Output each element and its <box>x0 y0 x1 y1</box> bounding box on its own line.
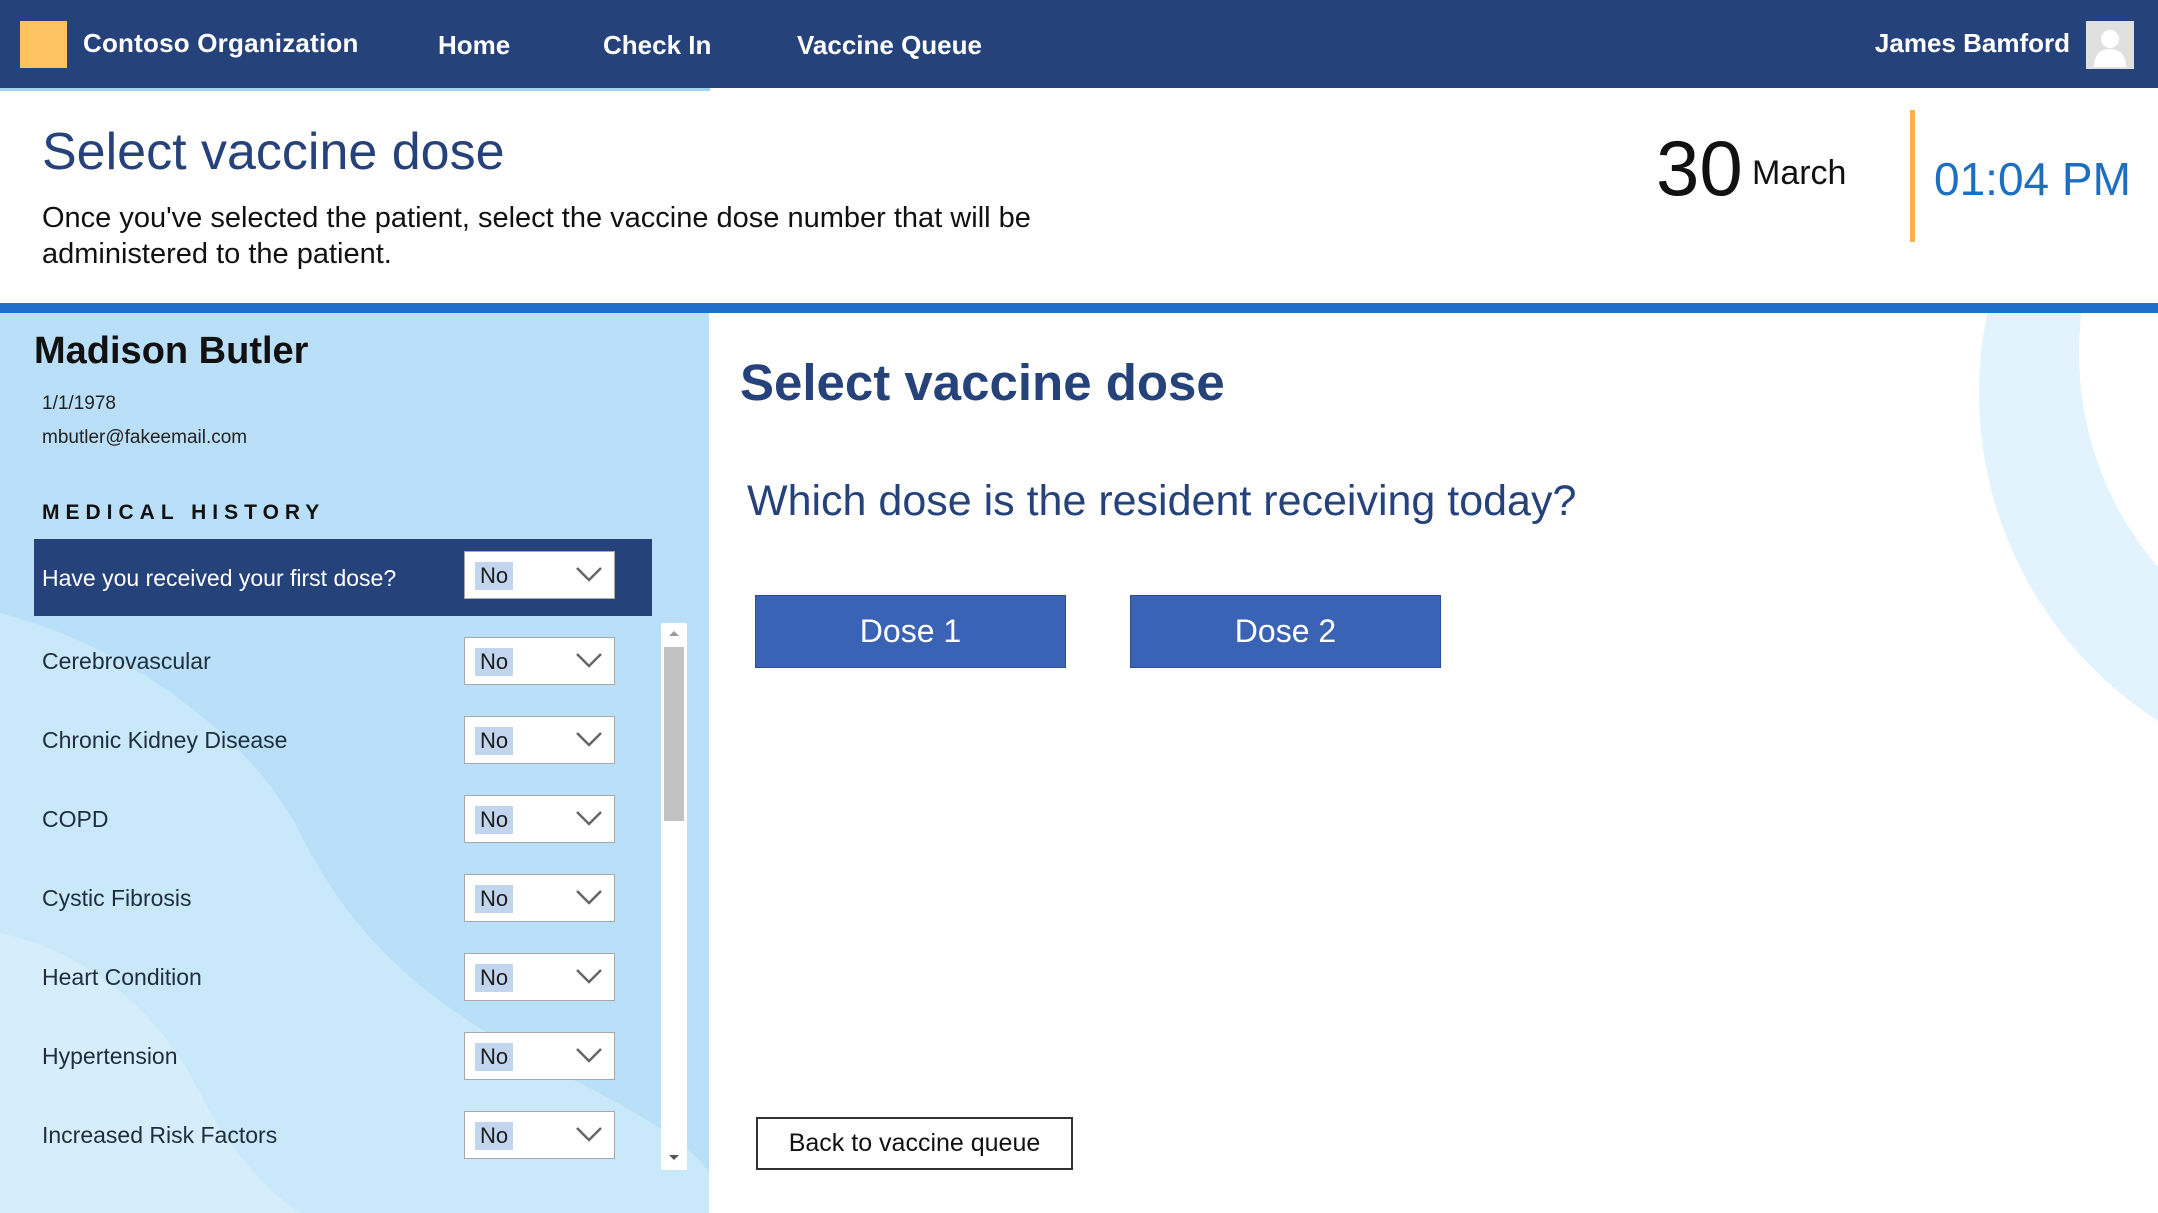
medical-history-dropdown[interactable]: No <box>464 551 615 599</box>
scrollbar-thumb[interactable] <box>664 647 684 821</box>
medical-history-label: Chronic Kidney Disease <box>42 727 288 753</box>
medical-history-label: Cerebrovascular <box>42 648 211 674</box>
chevron-down-icon <box>576 969 602 984</box>
nav-link-vaccine-queue[interactable]: Vaccine Queue <box>797 30 982 61</box>
dropdown-value: No <box>475 1043 514 1071</box>
medical-history-scrollbar[interactable] <box>661 623 687 1170</box>
org-logo <box>20 21 67 68</box>
medical-history-row: Heart Condition No <box>34 938 652 1015</box>
dropdown-value: No <box>475 727 514 755</box>
date-day: 30 <box>1656 124 1743 212</box>
date-time-divider <box>1910 110 1915 242</box>
medical-history-dropdown[interactable]: No <box>464 1032 615 1080</box>
chevron-down-icon <box>576 653 602 668</box>
header-divider-band <box>0 303 2158 313</box>
patient-dob: 1/1/1978 <box>42 393 116 414</box>
medical-history-dropdown[interactable]: No <box>464 874 615 922</box>
patient-panel: Madison Butler 1/1/1978 mbutler@fakeemai… <box>0 313 709 1213</box>
chevron-down-icon <box>576 732 602 747</box>
current-time: 01:04 PM <box>1934 153 2131 205</box>
medical-history-row: COPD No <box>34 780 652 857</box>
chevron-down-icon <box>576 1127 602 1142</box>
org-name: Contoso Organization <box>83 28 359 58</box>
dropdown-value: No <box>475 648 514 676</box>
dropdown-value: No <box>475 562 514 590</box>
patient-name: Madison Butler <box>34 330 309 372</box>
nav-link-check-in[interactable]: Check In <box>603 30 711 61</box>
dose-2-button[interactable]: Dose 2 <box>1130 595 1441 668</box>
medical-history-row: Increased Risk Factors No <box>34 1096 652 1173</box>
medical-history-dropdown[interactable]: No <box>464 1111 615 1159</box>
medical-history-dropdown[interactable]: No <box>464 637 615 685</box>
medical-history-row: Chronic Kidney Disease No <box>34 701 652 778</box>
page-description: Once you've selected the patient, select… <box>42 202 1031 270</box>
medical-history-label: Hypertension <box>42 1043 178 1069</box>
medical-history-row: Cerebrovascular No <box>34 622 652 699</box>
medical-history-row: Hypertension No <box>34 1017 652 1094</box>
medical-history-dropdown[interactable]: No <box>464 953 615 1001</box>
medical-history-row: Cystic Fibrosis No <box>34 859 652 936</box>
medical-history-label: Have you received your first dose? <box>42 565 397 591</box>
back-to-queue-button[interactable]: Back to vaccine queue <box>756 1117 1073 1170</box>
section-title: Select vaccine dose <box>740 354 1225 411</box>
dose-1-button[interactable]: Dose 1 <box>755 595 1066 668</box>
dropdown-value: No <box>475 806 514 834</box>
dropdown-value: No <box>475 885 514 913</box>
medical-history-row[interactable]: Have you received your first dose? No <box>34 539 652 616</box>
scroll-down-arrow-icon[interactable] <box>668 1154 680 1162</box>
dropdown-value: No <box>475 1122 514 1150</box>
medical-history-dropdown[interactable]: No <box>464 795 615 843</box>
chevron-down-icon <box>576 811 602 826</box>
user-avatar-icon <box>2086 21 2134 69</box>
dose-selection-panel: Select vaccine dose Which dose is the re… <box>709 313 2158 1213</box>
dropdown-value: No <box>475 964 514 992</box>
chevron-down-icon <box>576 1048 602 1063</box>
medical-history-heading: MEDICAL HISTORY <box>42 501 326 524</box>
page-title: Select vaccine dose <box>42 123 505 181</box>
chevron-down-icon <box>576 890 602 905</box>
avatar[interactable] <box>2086 21 2134 69</box>
medical-history-label: Increased Risk Factors <box>42 1122 278 1148</box>
date-month: March <box>1752 154 1847 192</box>
background-circle-decoration <box>1979 313 2158 721</box>
scroll-up-arrow-icon[interactable] <box>668 629 680 637</box>
nav-link-home[interactable]: Home <box>438 30 510 61</box>
patient-email: mbutler@fakeemail.com <box>42 427 248 448</box>
chevron-down-icon <box>576 567 602 582</box>
medical-history-label: Cystic Fibrosis <box>42 885 192 911</box>
top-nav-bar: Contoso Organization Home Check In Vacci… <box>0 0 2158 88</box>
nav-accent-line <box>0 88 710 91</box>
medical-history-label: COPD <box>42 806 109 832</box>
dose-question: Which dose is the resident receiving tod… <box>747 477 1577 525</box>
medical-history-dropdown[interactable]: No <box>464 716 615 764</box>
medical-history-label: Heart Condition <box>42 964 202 990</box>
user-name: James Bamford <box>1874 28 2070 58</box>
